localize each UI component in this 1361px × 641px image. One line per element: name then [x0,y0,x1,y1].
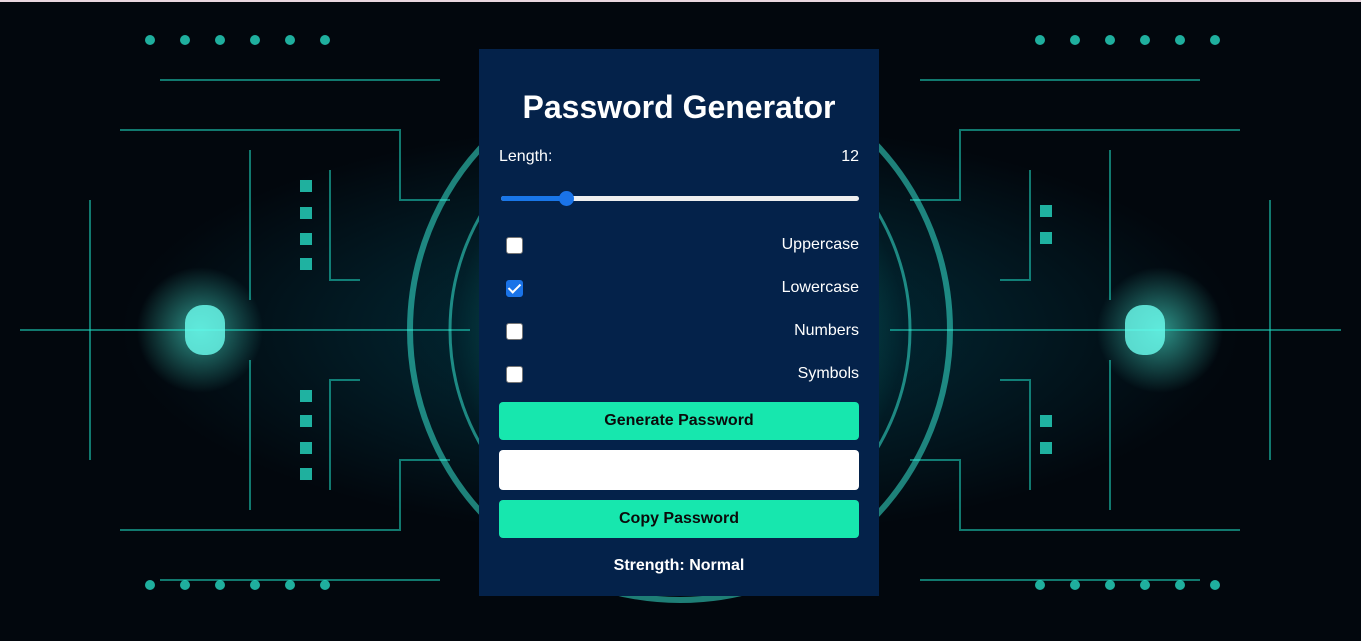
page-title: Password Generator [522,89,836,125]
symbols-checkbox[interactable] [506,366,523,383]
length-label: Length: [499,148,553,165]
option-symbols[interactable]: Symbols [499,362,859,388]
generate-password-button[interactable]: Generate Password [499,402,859,440]
symbols-label: Symbols [797,365,859,382]
uppercase-label: Uppercase [781,236,859,253]
option-uppercase[interactable]: Uppercase [499,233,859,259]
strength-indicator: Strength: Normal [613,557,745,574]
copy-password-button[interactable]: Copy Password [499,500,859,538]
numbers-checkbox[interactable] [506,323,523,340]
uppercase-checkbox[interactable] [506,237,523,254]
slider-thumb[interactable] [559,191,575,206]
lowercase-label: Lowercase [781,279,859,296]
numbers-label: Numbers [794,322,859,339]
slider-fill [501,196,567,201]
length-value: 12 [841,148,859,165]
password-generator-card: Password Generator Length: 12 Uppercase … [479,49,879,596]
length-slider[interactable] [501,191,859,206]
option-numbers[interactable]: Numbers [499,319,859,345]
option-lowercase[interactable]: Lowercase [499,276,859,302]
password-output-field[interactable] [499,450,859,490]
lowercase-checkbox[interactable] [506,280,523,297]
